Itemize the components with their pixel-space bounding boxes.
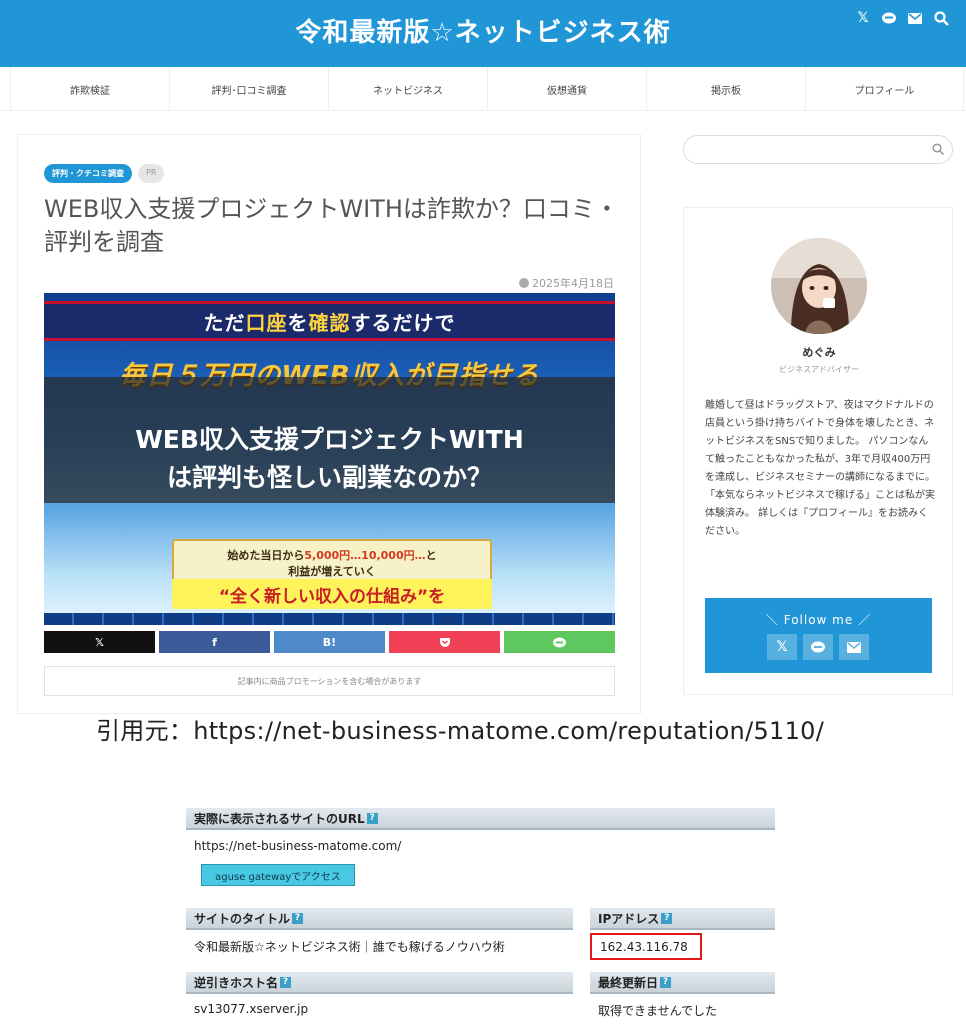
follow-me-title: ＼ Follow me ／ xyxy=(765,613,872,627)
site-title-value: 令和最新版☆ネットビジネス術｜誰でも稼げるノウハウ術 xyxy=(194,940,505,954)
article-title: WEB収入支援プロジェクトWITHは詐欺か？口コミ・評判を調査 xyxy=(44,195,619,256)
share-pocket-button[interactable] xyxy=(389,631,500,653)
avatar xyxy=(771,238,867,334)
eyecatch-text: ただ xyxy=(203,310,246,335)
eyecatch-text: 利益が増えていく xyxy=(288,565,376,578)
x-icon[interactable]: 𝕏 xyxy=(854,9,872,27)
panel-header-label: IPアドレス xyxy=(598,911,660,926)
line-icon xyxy=(553,637,566,647)
panel-header-host: 逆引きホスト名? xyxy=(186,972,573,994)
site-header: 令和最新版☆ネットビジネス術 𝕏 xyxy=(0,0,966,67)
eyecatch-image: ただ 口座を確認 するだけで 毎日５万円のWEB収入が目指せる WEB収入支援プロジ… xyxy=(44,293,615,625)
follow-me-box: ＼ Follow me ／ 𝕏 xyxy=(705,598,932,673)
help-icon[interactable]: ? xyxy=(366,812,378,824)
nav-item-board[interactable]: 掲示板 xyxy=(646,67,805,111)
eyecatch-text: と xyxy=(425,549,437,562)
mail-icon[interactable] xyxy=(839,634,869,660)
panel-header-label: 逆引きホスト名 xyxy=(194,975,279,990)
source-citation: 引用元：https://net-business-matome.com/repu… xyxy=(96,717,825,745)
share-hatena-button[interactable]: B! xyxy=(274,631,385,653)
profile-card: めぐみ ビジネスアドバイザー 離婚して昼はドラッグストア、夜はマクドナルドの店員… xyxy=(683,207,953,695)
eyecatch-headline: ただ 口座を確認 するだけで xyxy=(44,301,615,341)
panel-header-url: 実際に表示されるサイトのURL? xyxy=(186,808,775,830)
nav-item-net-business[interactable]: ネットビジネス xyxy=(328,67,487,111)
article-card: 評判・クチコミ調査 PR WEB収入支援プロジェクトWITHは詐欺か？口コミ・評… xyxy=(17,134,641,714)
pocket-icon xyxy=(439,637,450,647)
eyecatch-bottom-strip xyxy=(44,613,615,625)
line-icon[interactable] xyxy=(880,9,898,27)
panel-header-updated: 最終更新日? xyxy=(590,972,775,994)
article-date: 2025年4月18日 xyxy=(519,275,614,291)
help-icon[interactable]: ? xyxy=(660,976,672,988)
nav-item-reputation[interactable]: 評判･口コミ調査 xyxy=(169,67,328,111)
share-line-button[interactable] xyxy=(504,631,615,653)
eyecatch-text: 始めた当日から xyxy=(227,549,305,562)
pr-badge: PR xyxy=(138,164,165,183)
panel-header-label: サイトのタイトル xyxy=(194,911,291,926)
sidebar-search-input[interactable] xyxy=(683,135,953,164)
updated-value: 取得できませんでした xyxy=(598,1004,718,1018)
help-icon[interactable]: ? xyxy=(661,912,673,924)
profile-name: めぐみ xyxy=(802,346,836,359)
article-date-text: 2025年4月18日 xyxy=(532,277,614,290)
article-badges: 評判・クチコミ調査 PR xyxy=(44,164,165,183)
panel-header-label: 最終更新日 xyxy=(598,975,659,990)
nav-item-crypto[interactable]: 仮想通貨 xyxy=(487,67,646,111)
eyecatch-text: を xyxy=(287,310,309,335)
nav-item-fraud-check[interactable]: 詐欺検証 xyxy=(10,67,169,111)
eyecatch-highlight: 5,000円…10,000円… xyxy=(304,549,426,562)
x-icon[interactable]: 𝕏 xyxy=(767,634,797,660)
promotion-notice: 記事内に商品プロモーションを含む場合があります xyxy=(44,666,615,696)
share-facebook-button[interactable]: f xyxy=(159,631,270,653)
profile-bio: 離婚して昼はドラッグストア、夜はマクドナルドの店員という掛け持ちバイトで身体を壊… xyxy=(705,400,935,537)
site-title[interactable]: 令和最新版☆ネットビジネス術 xyxy=(0,12,966,49)
global-nav: 詐欺検証 評判･口コミ調査 ネットビジネス 仮想通貨 掲示板 プロフィール xyxy=(0,67,966,111)
profile-role: ビジネスアドバイザー xyxy=(779,365,859,374)
ip-address-highlight: 162.43.116.78 xyxy=(590,933,702,960)
share-x-button[interactable]: 𝕏 xyxy=(44,631,155,653)
eyecatch-highlight: 確認 xyxy=(308,310,351,335)
share-buttons: 𝕏 f B! xyxy=(44,631,615,653)
url-value: https://net-business-matome.com/ xyxy=(194,839,402,853)
panel-header-ip: IPアドレス? xyxy=(590,908,775,930)
search-icon[interactable] xyxy=(932,143,944,155)
eyecatch-yellow-banner: “全く新しい収入の仕組み”を xyxy=(172,579,492,609)
nav-item-profile[interactable]: プロフィール xyxy=(805,67,964,111)
search-icon[interactable] xyxy=(932,9,950,27)
clock-icon xyxy=(519,278,529,288)
follow-icons: 𝕏 xyxy=(767,634,869,660)
ip-address-value: 162.43.116.78 xyxy=(600,939,688,954)
eyecatch-caption-line: WEB収入支援プロジェクトWITH xyxy=(135,425,524,454)
mail-icon[interactable] xyxy=(906,9,924,27)
category-badge[interactable]: 評判・クチコミ調査 xyxy=(44,164,132,183)
aguse-gateway-button[interactable]: aguse gatewayでアクセス xyxy=(201,864,355,886)
eyecatch-highlight: 口座 xyxy=(245,310,288,335)
panel-header-label: 実際に表示されるサイトのURL xyxy=(194,811,365,826)
eyecatch-caption-line: は評判も怪しい副業なのか？ xyxy=(166,463,492,492)
host-value: sv13077.xserver.jp xyxy=(194,1002,309,1016)
help-icon[interactable]: ? xyxy=(280,976,292,988)
panel-header-title: サイトのタイトル? xyxy=(186,908,573,930)
help-icon[interactable]: ? xyxy=(292,912,304,924)
eyecatch-text: するだけで xyxy=(350,310,456,335)
line-icon[interactable] xyxy=(803,634,833,660)
header-icons: 𝕏 xyxy=(854,9,950,27)
eyecatch-caption: WEB収入支援プロジェクトWITH は評判も怪しい副業なのか？ xyxy=(44,421,615,497)
